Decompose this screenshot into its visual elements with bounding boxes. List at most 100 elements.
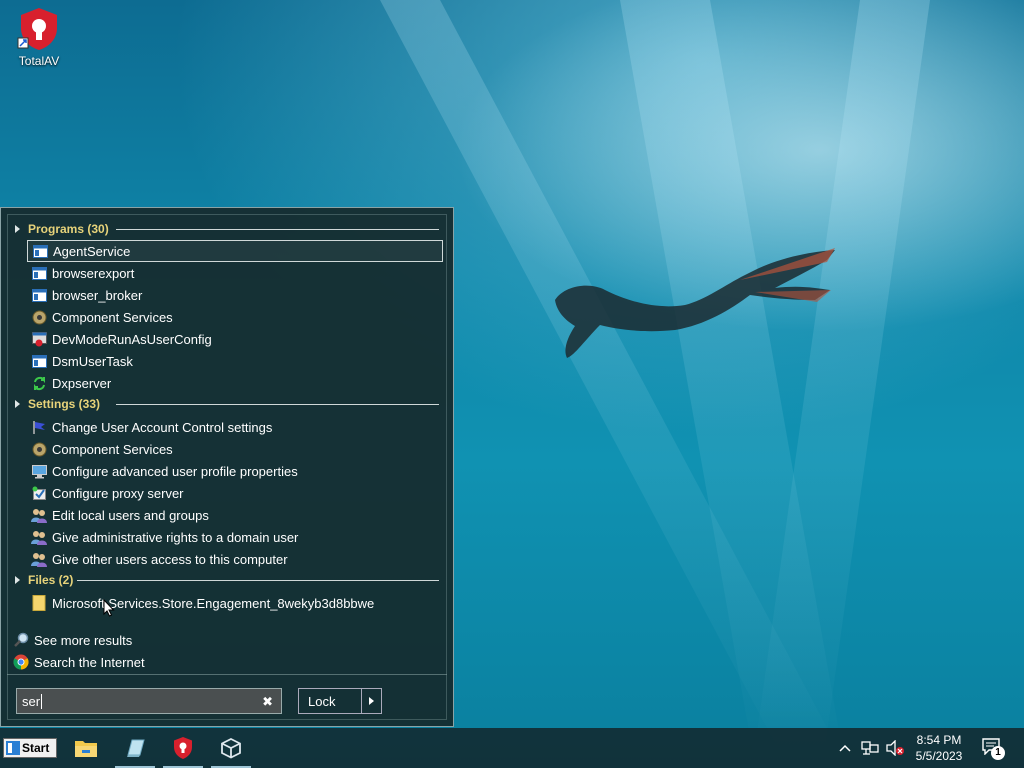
setting-item-give-access[interactable]: Give other users access to this computer [27, 548, 443, 570]
item-label: Microsoft.Services.Store.Engagement_8wek… [52, 595, 375, 611]
lock-button[interactable]: Lock [298, 688, 382, 714]
group-divider [116, 404, 439, 405]
program-item-devmoderunasuserconfig[interactable]: DevModeRunAsUserConfig [27, 328, 443, 350]
program-item-dxpserver[interactable]: Dxpserver [27, 372, 443, 394]
item-label: Component Services [52, 441, 173, 457]
see-more-results-link[interactable]: See more results [13, 629, 132, 651]
item-label: Configure advanced user profile properti… [52, 463, 298, 479]
setting-item-edit-local-users[interactable]: Edit local users and groups [27, 504, 443, 526]
action-center-button[interactable]: 1 [982, 737, 1005, 760]
setting-item-proxy-server[interactable]: Configure proxy server [27, 482, 443, 504]
app-window-icon [31, 265, 47, 281]
network-icon [861, 741, 879, 755]
group-divider [116, 229, 439, 230]
setting-item-user-profile[interactable]: Configure advanced user profile properti… [27, 460, 443, 482]
wallpaper-light-ray [752, 0, 930, 768]
program-item-component-services[interactable]: Component Services [27, 306, 443, 328]
uac-flag-icon [31, 419, 47, 435]
proxy-check-icon [31, 485, 47, 501]
totalav-shield-icon [17, 8, 57, 50]
expand-arrow-icon [15, 400, 20, 408]
wallpaper-diver [555, 248, 835, 358]
setting-item-component-services[interactable]: Component Services [27, 438, 443, 460]
component-services-icon [31, 309, 47, 325]
app-window-icon [31, 287, 47, 303]
users-icon [31, 529, 47, 545]
lock-label: Lock [308, 693, 336, 709]
taskbar-totalav[interactable] [163, 728, 203, 768]
item-label: Component Services [52, 309, 173, 325]
item-label: browser_broker [52, 287, 143, 303]
power-options-arrow-icon[interactable] [369, 697, 374, 705]
item-label: Give administrative rights to a domain u… [52, 529, 299, 545]
item-label: DevModeRunAsUserConfig [52, 331, 212, 347]
item-label: Change User Account Control settings [52, 419, 273, 435]
volume-tray-button[interactable] [885, 728, 905, 768]
setting-item-admin-rights[interactable]: Give administrative rights to a domain u… [27, 526, 443, 548]
monitor-icon [31, 463, 47, 479]
start-button[interactable]: Start [3, 738, 57, 758]
program-item-browserexport[interactable]: browserexport [27, 262, 443, 284]
expand-arrow-icon [15, 576, 20, 584]
start-menu-divider [7, 674, 447, 675]
group-header-programs[interactable]: Programs (30) [15, 220, 439, 238]
taskbar-virtualbox[interactable] [211, 728, 251, 768]
app-window-icon [32, 243, 48, 259]
file-item-store-engagement[interactable]: Microsoft.Services.Store.Engagement_8wek… [27, 592, 443, 614]
start-label: Start [22, 741, 50, 755]
taskbar-file-explorer[interactable] [66, 728, 106, 768]
search-internet-link[interactable]: Search the Internet [13, 651, 145, 673]
item-label: browserexport [52, 265, 135, 281]
network-tray-button[interactable] [861, 728, 879, 768]
group-header-files[interactable]: Files (2) [15, 571, 439, 589]
program-item-browser-broker[interactable]: browser_broker [27, 284, 443, 306]
file-explorer-icon [75, 741, 97, 757]
totalav-taskbar-icon [174, 737, 192, 759]
group-divider [77, 580, 439, 581]
folder-icon [31, 595, 47, 611]
magnifier-icon [13, 632, 29, 648]
desktop-icon-label: TotalAV [18, 54, 60, 68]
item-label: AgentService [53, 243, 131, 259]
chevron-up-icon [839, 744, 851, 752]
desktop-icon-totalav[interactable]: TotalAV [10, 6, 68, 68]
clock-time: 8:54 PM [916, 733, 962, 747]
expand-arrow-icon [15, 225, 20, 233]
group-title: Settings (33) [28, 397, 101, 411]
taskbar-notepad-app[interactable] [115, 728, 155, 768]
show-hidden-icons-button[interactable] [838, 728, 852, 768]
clock-date: 5/5/2023 [915, 749, 963, 763]
users-icon [31, 551, 47, 567]
start-logo-icon [6, 741, 20, 755]
app-window-icon [31, 353, 47, 369]
start-menu: Programs (30) AgentService browserexport… [0, 207, 454, 727]
component-services-icon [31, 441, 47, 457]
volume-muted-icon [886, 740, 904, 756]
chrome-icon [13, 654, 29, 670]
mouse-cursor-icon [103, 599, 115, 617]
text-caret [41, 693, 43, 709]
item-label: Dxpserver [52, 375, 112, 391]
taskbar-clock[interactable]: 8:54 PM 5/5/2023 [905, 732, 973, 764]
notification-count-badge: 1 [991, 746, 1005, 760]
extra-label: Search the Internet [34, 654, 145, 670]
clear-search-icon[interactable]: ✖ [262, 694, 273, 710]
devmode-icon [31, 331, 47, 347]
button-split-divider [361, 689, 362, 713]
item-label: Edit local users and groups [52, 507, 209, 523]
taskbar: Start 8:54 PM 5/5/2023 1 [0, 728, 1024, 768]
group-title: Files (2) [28, 573, 74, 587]
notepad-app-icon [127, 739, 145, 757]
virtualbox-cube-icon [221, 737, 241, 759]
item-label: Configure proxy server [52, 485, 184, 501]
group-header-settings[interactable]: Settings (33) [15, 395, 439, 413]
users-icon [31, 507, 47, 523]
sync-arrows-icon [31, 375, 47, 391]
extra-label: See more results [34, 632, 133, 648]
program-item-dsmusertask[interactable]: DsmUserTask [27, 350, 443, 372]
setting-item-uac[interactable]: Change User Account Control settings [27, 416, 443, 438]
group-title: Programs (30) [28, 222, 109, 236]
start-search-input[interactable]: ser ✖ [16, 688, 282, 714]
program-item-agentservice[interactable]: AgentService [27, 240, 443, 262]
item-label: DsmUserTask [52, 353, 133, 369]
